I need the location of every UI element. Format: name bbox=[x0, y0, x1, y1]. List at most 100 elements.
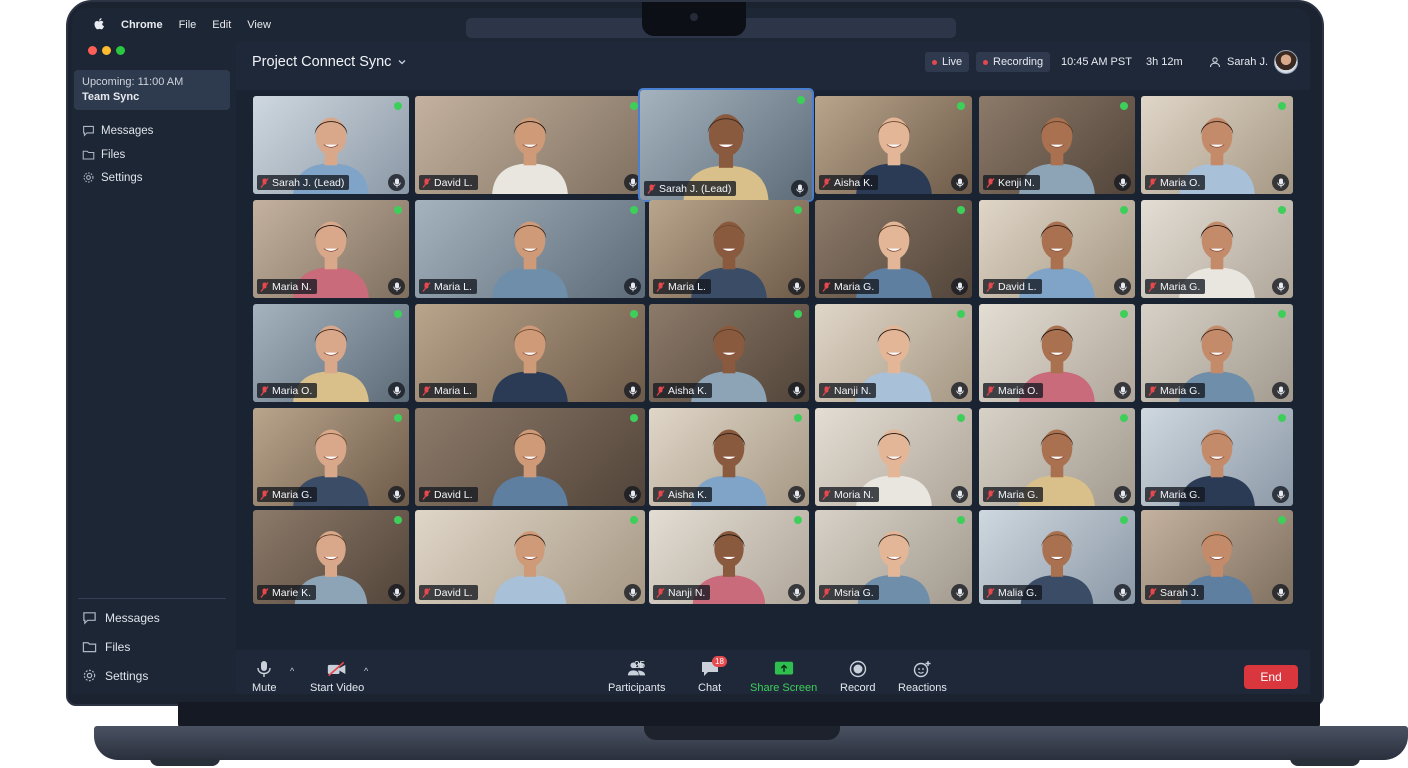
online-status-icon bbox=[394, 206, 402, 214]
participant-tile[interactable]: Maria G. bbox=[1141, 200, 1293, 298]
participant-mic-button[interactable] bbox=[388, 382, 405, 399]
participant-tile[interactable]: Malia G. bbox=[979, 510, 1135, 604]
participant-mic-button[interactable] bbox=[624, 382, 641, 399]
participant-mic-button[interactable] bbox=[1272, 174, 1289, 191]
microphone-icon bbox=[257, 661, 271, 677]
video-options-chevron-up-icon[interactable]: ^ bbox=[364, 666, 368, 676]
participant-name: Maria G. bbox=[1160, 488, 1201, 501]
participant-mic-button[interactable] bbox=[388, 486, 405, 503]
minimize-window-button[interactable] bbox=[102, 46, 111, 55]
start-video-button[interactable]: Start Video bbox=[310, 660, 364, 694]
participant-tile[interactable]: David L. bbox=[415, 510, 645, 604]
apple-icon[interactable] bbox=[94, 17, 105, 33]
participant-mic-button[interactable] bbox=[788, 382, 805, 399]
share-screen-button[interactable]: Share Screen bbox=[750, 660, 817, 694]
participant-mic-button[interactable] bbox=[1114, 584, 1131, 601]
participant-mic-button[interactable] bbox=[951, 382, 968, 399]
participant-tile[interactable]: Maria N. bbox=[253, 200, 409, 298]
participant-tile[interactable]: Maria G. bbox=[253, 408, 409, 506]
participant-name-tag: Maria G. bbox=[1145, 487, 1206, 502]
chat-button[interactable]: 18 Chat bbox=[698, 656, 727, 694]
participant-tile[interactable]: Maria G. bbox=[815, 200, 972, 298]
participant-tile[interactable]: David L. bbox=[415, 96, 645, 194]
participant-tile[interactable]: David L. bbox=[979, 200, 1135, 298]
participant-tile[interactable]: Maria O. bbox=[979, 304, 1135, 402]
participant-mic-button[interactable] bbox=[624, 584, 641, 601]
participant-tile[interactable]: Msria G. bbox=[815, 510, 972, 604]
meeting-title-dropdown[interactable]: Project Connect Sync bbox=[252, 54, 407, 70]
participant-mic-button[interactable] bbox=[1114, 382, 1131, 399]
microphone-icon bbox=[955, 490, 964, 499]
participant-tile[interactable]: Aisha K. bbox=[649, 408, 809, 506]
participant-mic-button[interactable] bbox=[1272, 584, 1289, 601]
participant-mic-button[interactable] bbox=[1114, 174, 1131, 191]
participant-tile[interactable]: Sarah J. (Lead) bbox=[253, 96, 409, 194]
zoom-window-button[interactable] bbox=[116, 46, 125, 55]
participant-tile[interactable]: Aisha K. bbox=[649, 304, 809, 402]
participants-button[interactable]: 25 Participants bbox=[608, 660, 665, 694]
participant-mic-button[interactable] bbox=[951, 174, 968, 191]
user-name: Sarah J. bbox=[1227, 56, 1268, 68]
participant-tile[interactable]: Maria G. bbox=[979, 408, 1135, 506]
participant-mic-button[interactable] bbox=[1114, 486, 1131, 503]
online-status-icon bbox=[394, 414, 402, 422]
menubar-edit[interactable]: Edit bbox=[212, 19, 231, 31]
online-status-icon bbox=[957, 414, 965, 422]
participant-tile[interactable]: Maria O. bbox=[253, 304, 409, 402]
sidebar-item-label: Settings bbox=[101, 171, 143, 184]
participant-tile[interactable]: Maria L. bbox=[415, 304, 645, 402]
participant-mic-button[interactable] bbox=[388, 278, 405, 295]
participant-tile[interactable]: Maria L. bbox=[415, 200, 645, 298]
participant-mic-button[interactable] bbox=[951, 584, 968, 601]
mute-label: Mute bbox=[252, 682, 277, 694]
participant-mic-button[interactable] bbox=[788, 278, 805, 295]
end-meeting-button[interactable]: End bbox=[1244, 665, 1298, 689]
participant-tile[interactable]: Maria O. bbox=[1141, 96, 1293, 194]
mic-muted-icon bbox=[647, 183, 656, 194]
participant-mic-button[interactable] bbox=[388, 174, 405, 191]
participant-tile[interactable]: Nanji N. bbox=[815, 304, 972, 402]
sidebar-item-settings-bottom[interactable]: Settings bbox=[82, 668, 148, 683]
participant-tile[interactable]: Moria N. bbox=[815, 408, 972, 506]
participant-mic-button[interactable] bbox=[624, 174, 641, 191]
participant-mic-button[interactable] bbox=[951, 278, 968, 295]
upcoming-meeting-card[interactable]: Upcoming: 11:00 AM Team Sync bbox=[74, 70, 230, 110]
participant-mic-button[interactable] bbox=[624, 278, 641, 295]
participant-mic-button[interactable] bbox=[1272, 486, 1289, 503]
participant-tile[interactable]: Kenji N. bbox=[979, 96, 1135, 194]
participant-tile[interactable]: Marie K. bbox=[253, 510, 409, 604]
participant-mic-button[interactable] bbox=[1272, 278, 1289, 295]
menubar-view[interactable]: View bbox=[247, 19, 271, 31]
sidebar-item-settings[interactable]: Settings bbox=[82, 171, 143, 184]
record-button[interactable]: Record bbox=[840, 660, 875, 694]
participant-tile[interactable]: Aisha K. bbox=[815, 96, 972, 194]
online-status-icon bbox=[394, 516, 402, 524]
sidebar-item-files[interactable]: Files bbox=[82, 148, 125, 161]
participant-mic-button[interactable] bbox=[1114, 278, 1131, 295]
audio-options-chevron-up-icon[interactable]: ^ bbox=[290, 666, 294, 676]
user-menu[interactable]: Sarah J. bbox=[1209, 50, 1298, 74]
reactions-button[interactable]: Reactions bbox=[898, 660, 947, 694]
mute-button[interactable]: Mute bbox=[252, 660, 276, 694]
participant-mic-button[interactable] bbox=[388, 584, 405, 601]
sidebar-item-messages[interactable]: Messages bbox=[82, 124, 153, 137]
participant-tile[interactable]: Sarah J. bbox=[1141, 510, 1293, 604]
participant-tile[interactable]: Maria G. bbox=[1141, 304, 1293, 402]
mic-muted-icon bbox=[986, 177, 995, 188]
participant-mic-button[interactable] bbox=[1272, 382, 1289, 399]
menubar-app-name[interactable]: Chrome bbox=[121, 19, 163, 31]
participant-mic-button[interactable] bbox=[791, 180, 808, 197]
participant-mic-button[interactable] bbox=[624, 486, 641, 503]
sidebar-item-messages-bottom[interactable]: Messages bbox=[82, 610, 160, 625]
participant-tile[interactable]: David L. bbox=[415, 408, 645, 506]
close-window-button[interactable] bbox=[88, 46, 97, 55]
sidebar-item-files-bottom[interactable]: Files bbox=[82, 639, 130, 654]
participant-tile[interactable]: Nanji N. bbox=[649, 510, 809, 604]
participant-tile[interactable]: Sarah J. (Lead) bbox=[638, 88, 814, 202]
menubar-file[interactable]: File bbox=[179, 19, 197, 31]
participant-mic-button[interactable] bbox=[788, 486, 805, 503]
participant-tile[interactable]: Maria L. bbox=[649, 200, 809, 298]
participant-mic-button[interactable] bbox=[788, 584, 805, 601]
participant-tile[interactable]: Maria G. bbox=[1141, 408, 1293, 506]
participant-mic-button[interactable] bbox=[951, 486, 968, 503]
